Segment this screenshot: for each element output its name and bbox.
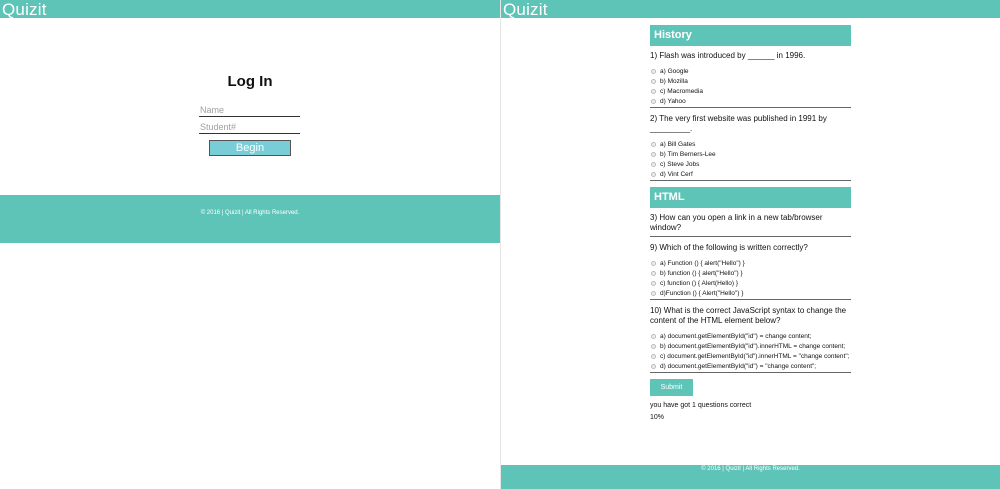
radio-button[interactable] bbox=[651, 89, 656, 94]
score-text: 10% bbox=[650, 414, 665, 421]
answer-option[interactable]: a) Google bbox=[650, 67, 851, 77]
question-text: 9) Which of the following is written cor… bbox=[650, 243, 808, 252]
name-input[interactable] bbox=[199, 103, 300, 117]
answer-label: a) Bill Gates bbox=[660, 141, 696, 148]
question-text: 3) How can you open a link in a new tab/… bbox=[650, 213, 823, 232]
radio-button[interactable] bbox=[651, 172, 656, 177]
answer-label: d) Yahoo bbox=[660, 98, 686, 105]
answer-label: d)Function () { Alert("Hello") } bbox=[660, 290, 744, 297]
question-3: 3) How can you open a link in a new tab/… bbox=[650, 213, 851, 237]
question-text: 2) The very first website was published … bbox=[650, 114, 827, 133]
answer-options: a) Bill Gates b) Tim Berners-Lee c) Stev… bbox=[650, 140, 851, 180]
question-text: 1) Flash was introduced by ______ in 199… bbox=[650, 51, 806, 60]
answer-option[interactable]: a) Function () { alert("Hello") } bbox=[650, 259, 851, 269]
radio-button[interactable] bbox=[651, 142, 656, 147]
radio-button[interactable] bbox=[651, 281, 656, 286]
footer: © 2016 | Quizit | All Rights Reserved. bbox=[501, 465, 1000, 489]
answer-option[interactable]: b) document.getElementById("id").innerHT… bbox=[650, 342, 851, 352]
answer-label: c) function () { Alert(Hello) } bbox=[660, 280, 739, 287]
answer-label: b) document.getElementById("id").innerHT… bbox=[660, 343, 846, 350]
radio-button[interactable] bbox=[651, 152, 656, 157]
answer-option[interactable]: c) Steve Jobs bbox=[650, 160, 851, 170]
radio-button[interactable] bbox=[651, 354, 656, 359]
quiz-form: History 1) Flash was introduced by _____… bbox=[650, 25, 851, 421]
section-header-html: HTML bbox=[650, 187, 851, 208]
answer-label: a) Function () { alert("Hello") } bbox=[660, 260, 745, 267]
radio-button[interactable] bbox=[651, 162, 656, 167]
result-text: you have got 1 questions correct bbox=[650, 402, 752, 409]
answer-options: a) Google b) Mozilla c) Macromedia d) Ya… bbox=[650, 67, 851, 107]
answer-label: b) function () { alert("Hello") } bbox=[660, 270, 743, 277]
answer-option[interactable]: c) function () { Alert(Hello) } bbox=[650, 279, 851, 289]
radio-button[interactable] bbox=[651, 99, 656, 104]
answer-option[interactable]: b) Tim Berners-Lee bbox=[650, 150, 851, 160]
answer-label: a) document.getElementById("id") = chang… bbox=[660, 333, 812, 340]
answer-option[interactable]: a) document.getElementById("id") = chang… bbox=[650, 332, 851, 342]
brand-logo[interactable]: Quizit bbox=[2, 1, 47, 18]
answer-option[interactable]: d) document.getElementById("id") = "chan… bbox=[650, 362, 851, 372]
answer-label: a) Google bbox=[660, 68, 689, 75]
answer-label: c) Steve Jobs bbox=[660, 161, 700, 168]
footer: © 2016 | Quizit | All Rights Reserved. bbox=[0, 195, 500, 243]
brand-logo[interactable]: Quizit bbox=[503, 1, 548, 18]
radio-button[interactable] bbox=[651, 291, 656, 296]
top-bar: Quizit bbox=[0, 0, 500, 18]
student-number-input[interactable] bbox=[199, 120, 300, 134]
radio-button[interactable] bbox=[651, 334, 656, 339]
question-text: 10) What is the correct JavaScript synta… bbox=[650, 306, 847, 325]
answer-options: a) Function () { alert("Hello") } b) fun… bbox=[650, 259, 851, 299]
login-title: Log In bbox=[227, 73, 273, 90]
answer-label: d) document.getElementById("id") = "chan… bbox=[660, 363, 817, 370]
login-screen: Quizit Log In Begin © 2016 | Quizit | Al… bbox=[0, 0, 500, 489]
radio-button[interactable] bbox=[651, 271, 656, 276]
footer-text: © 2016 | Quizit | All Rights Reserved. bbox=[200, 210, 300, 216]
quiz-screen: Quizit History 1) Flash was introduced b… bbox=[500, 0, 1000, 489]
submit-button[interactable]: Submit bbox=[650, 379, 693, 396]
answer-option[interactable]: c) document.getElementById("id").innerHT… bbox=[650, 352, 851, 362]
answer-option[interactable]: a) Bill Gates bbox=[650, 140, 851, 150]
answer-label: c) Macromedia bbox=[660, 88, 703, 95]
radio-button[interactable] bbox=[651, 79, 656, 84]
radio-button[interactable] bbox=[651, 364, 656, 369]
answer-option[interactable]: d) Vint Cerf bbox=[650, 170, 851, 180]
answer-option[interactable]: b) function () { alert("Hello") } bbox=[650, 269, 851, 279]
answer-label: d) Vint Cerf bbox=[660, 171, 693, 178]
question-9: 9) Which of the following is written cor… bbox=[650, 243, 851, 300]
radio-button[interactable] bbox=[651, 261, 656, 266]
answer-option[interactable]: d)Function () { Alert("Hello") } bbox=[650, 289, 851, 299]
answer-option[interactable]: d) Yahoo bbox=[650, 97, 851, 107]
answer-option[interactable]: b) Mozilla bbox=[650, 77, 851, 87]
question-10: 10) What is the correct JavaScript synta… bbox=[650, 306, 851, 373]
radio-button[interactable] bbox=[651, 344, 656, 349]
question-1: 1) Flash was introduced by ______ in 199… bbox=[650, 51, 851, 108]
top-bar: Quizit bbox=[501, 0, 1000, 18]
begin-button[interactable]: Begin bbox=[209, 140, 291, 156]
question-2: 2) The very first website was published … bbox=[650, 114, 851, 181]
answer-option[interactable]: c) Macromedia bbox=[650, 87, 851, 97]
answer-options: a) document.getElementById("id") = chang… bbox=[650, 332, 851, 372]
answer-label: b) Tim Berners-Lee bbox=[660, 151, 716, 158]
answer-label: b) Mozilla bbox=[660, 78, 688, 85]
radio-button[interactable] bbox=[651, 69, 656, 74]
section-header-history: History bbox=[650, 25, 851, 46]
footer-text: © 2016 | Quizit | All Rights Reserved. bbox=[701, 466, 800, 472]
answer-label: c) document.getElementById("id").innerHT… bbox=[660, 353, 850, 360]
